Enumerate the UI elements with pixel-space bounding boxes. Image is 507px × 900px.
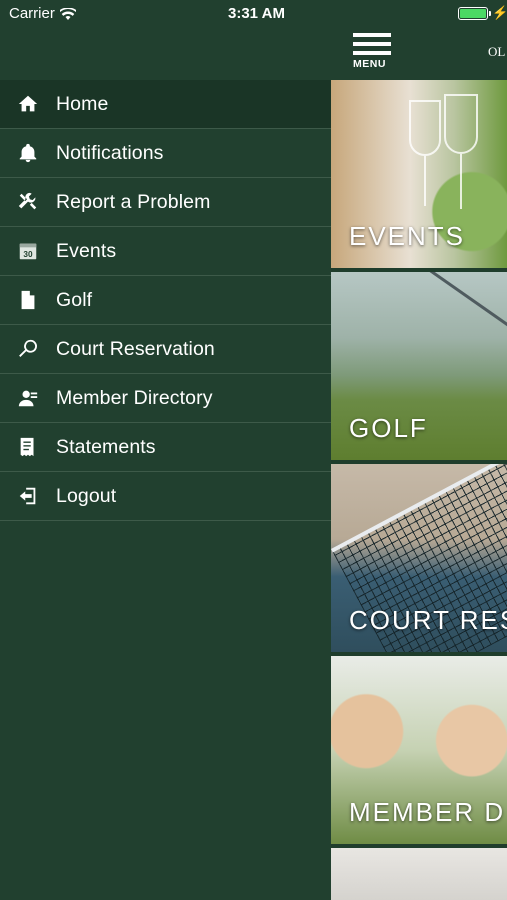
tile-label-events: EVENTS	[349, 221, 466, 251]
bell-icon	[0, 142, 56, 164]
status-time: 3:31 AM	[228, 5, 285, 22]
menu-label-home: Home	[56, 92, 109, 115]
tile-label-golf: GOLF	[349, 413, 428, 443]
menu-label-golf: Golf	[56, 288, 93, 311]
menu-bar-line	[353, 42, 391, 46]
menu-label-notifications: Notifications	[56, 141, 164, 164]
menu-button-label: MENU	[353, 58, 386, 70]
menu-button[interactable]: MENU	[353, 33, 393, 73]
glass-stem	[424, 156, 426, 206]
carrier: Carrier	[9, 5, 76, 22]
menu-label-events: Events	[56, 239, 117, 262]
statement-icon	[0, 436, 56, 458]
tile-events[interactable]: EVENTS	[331, 80, 507, 268]
tile-golf[interactable]: GOLF	[331, 272, 507, 460]
logout-icon	[0, 485, 56, 507]
tile-court-reservation[interactable]: COURT RES	[331, 464, 507, 652]
tile-label-member: MEMBER D	[349, 797, 506, 827]
menu-bar-line	[353, 33, 391, 37]
home-content: MENU OL EVENTS GOLF COURT RES MEMBER D	[331, 0, 507, 900]
menu-bar-line	[353, 51, 391, 55]
club-name: OL	[488, 44, 506, 59]
menu-item-statements[interactable]: Statements	[0, 423, 331, 472]
golf-club-image	[401, 272, 507, 333]
tile-member-directory[interactable]: MEMBER D	[331, 656, 507, 844]
navigation-drawer: Home Notifications Report a Problem 30 E…	[0, 0, 331, 900]
menu-label-court-reservation: Court Reservation	[56, 337, 215, 360]
battery-icon	[458, 7, 491, 20]
tools-icon	[0, 191, 56, 213]
menu-label-statements: Statements	[56, 435, 156, 458]
menu-item-golf[interactable]: Golf	[0, 276, 331, 325]
glass-stem	[460, 154, 462, 209]
calendar-day-number: 30	[23, 250, 33, 259]
wifi-icon	[59, 7, 76, 20]
tennis-racket-icon	[0, 338, 56, 360]
menu-item-events[interactable]: 30 Events	[0, 227, 331, 276]
menu-item-home[interactable]: Home	[0, 80, 331, 129]
menu-item-notifications[interactable]: Notifications	[0, 129, 331, 178]
wine-glass-image	[409, 100, 441, 156]
home-icon	[0, 93, 56, 115]
menu-label-member-directory: Member Directory	[56, 386, 213, 409]
tile-next[interactable]	[331, 848, 507, 900]
menu-item-member-directory[interactable]: Member Directory	[0, 374, 331, 423]
menu-item-logout[interactable]: Logout	[0, 472, 331, 521]
calendar-icon: 30	[0, 240, 56, 262]
status-bar: Carrier 3:31 AM ⚡	[0, 0, 507, 28]
menu-list: Home Notifications Report a Problem 30 E…	[0, 80, 331, 521]
menu-item-report-problem[interactable]: Report a Problem	[0, 178, 331, 227]
menu-label-logout: Logout	[56, 484, 117, 507]
member-icon	[0, 387, 56, 409]
charging-icon: ⚡	[492, 5, 507, 20]
document-icon	[0, 289, 56, 311]
menu-item-court-reservation[interactable]: Court Reservation	[0, 325, 331, 374]
carrier-label: Carrier	[9, 5, 55, 22]
tile-label-court: COURT RES	[349, 605, 507, 635]
wine-glass-image	[444, 94, 478, 154]
menu-label-report-problem: Report a Problem	[56, 190, 211, 213]
